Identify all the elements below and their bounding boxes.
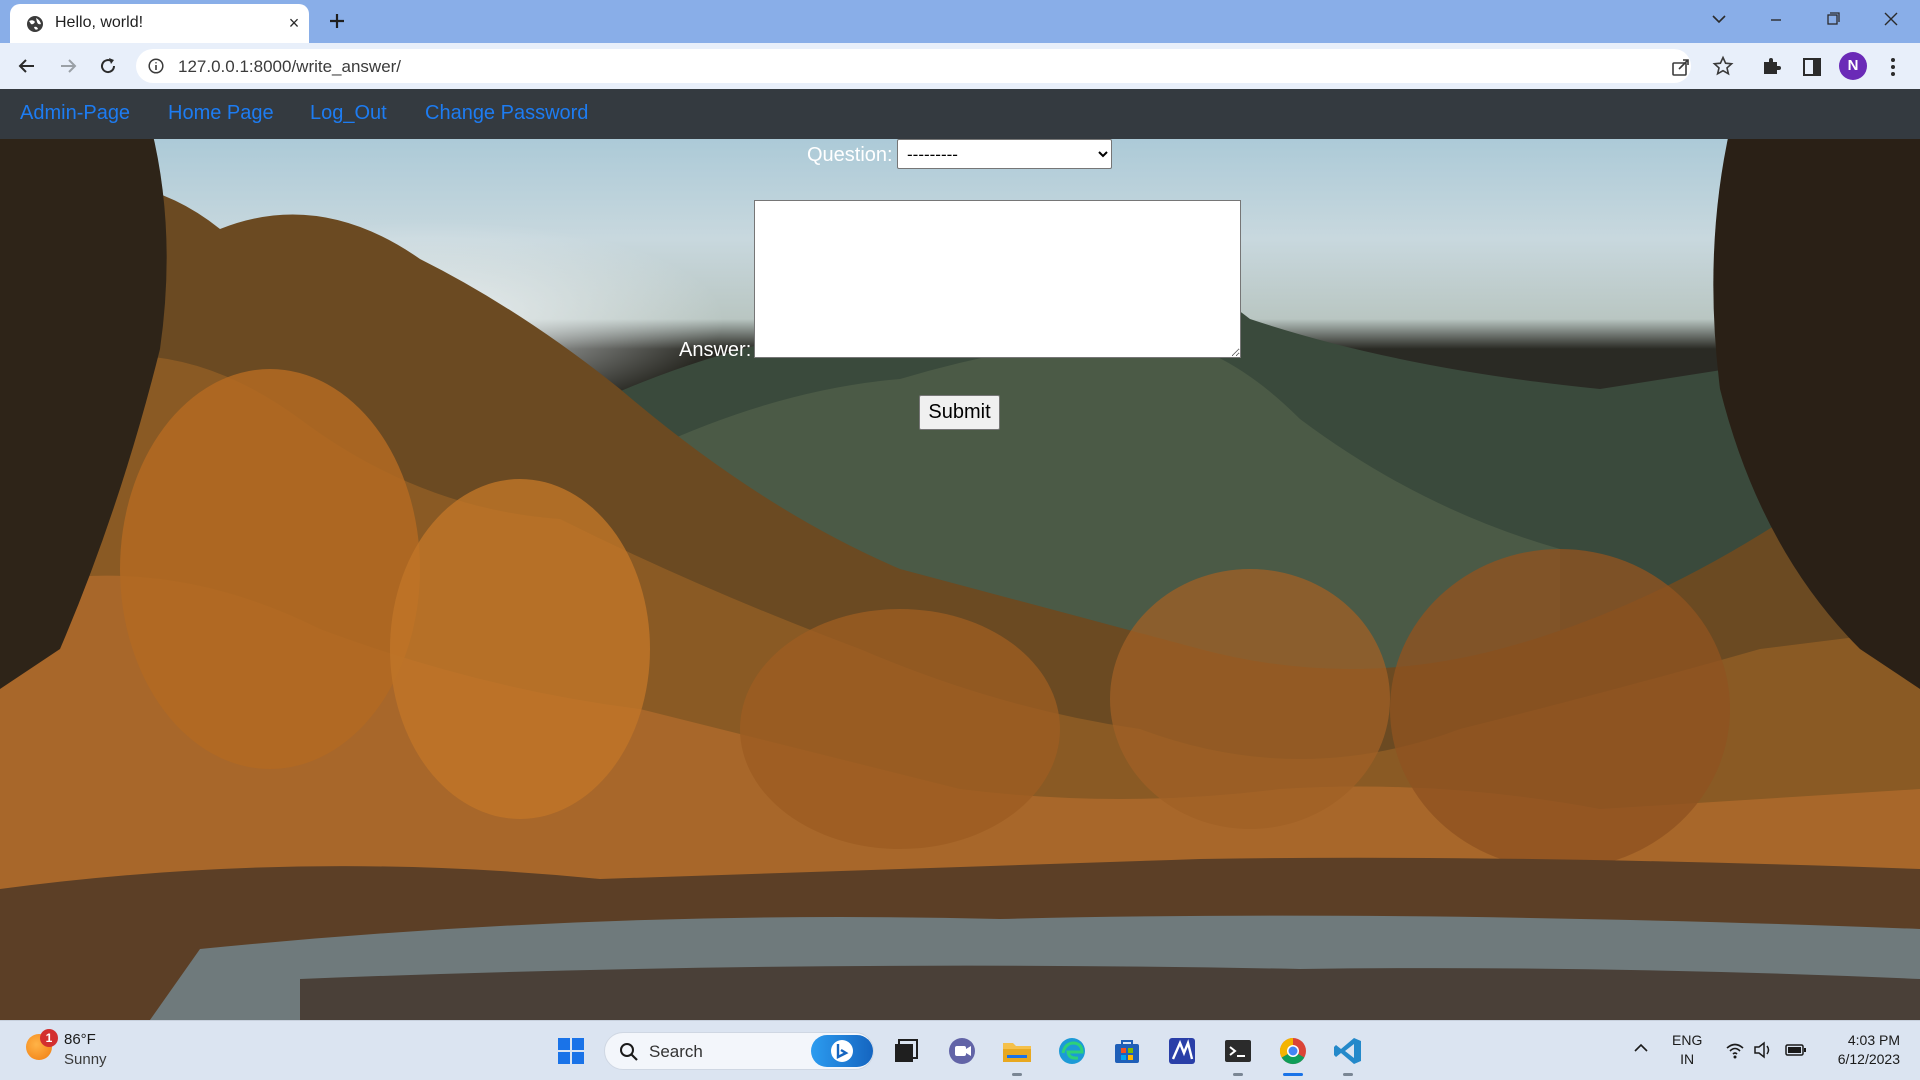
tab-title: Hello, world!: [55, 14, 144, 31]
clock-time: 4:03 PM: [1847, 1032, 1900, 1048]
battery-icon[interactable]: [1785, 1041, 1807, 1059]
running-indicator: [1343, 1073, 1353, 1076]
nav-link-log-out[interactable]: Log_Out: [310, 102, 387, 125]
weather-temp: 86°F: [64, 1031, 96, 1048]
search-icon: [620, 1043, 638, 1061]
system-clock[interactable]: 4:03 PM 6/12/2023: [1820, 1031, 1900, 1069]
minimize-icon[interactable]: [1755, 4, 1797, 36]
answer-label: Answer:: [679, 339, 752, 361]
chevron-down-icon[interactable]: [1698, 4, 1740, 36]
teams-icon[interactable]: [946, 1035, 978, 1067]
profile-avatar[interactable]: N: [1839, 52, 1867, 80]
restore-icon[interactable]: [1812, 4, 1854, 36]
running-indicator: [1233, 1073, 1243, 1076]
nav-link-admin-page[interactable]: Admin-Page: [20, 102, 130, 125]
side-panel-icon[interactable]: [1800, 55, 1824, 79]
language-region: IN: [1680, 1051, 1695, 1067]
chrome-icon[interactable]: [1277, 1035, 1309, 1067]
language-code: ENG: [1672, 1032, 1703, 1048]
file-explorer-icon[interactable]: [1001, 1035, 1033, 1067]
answer-textarea[interactable]: [754, 200, 1241, 358]
wifi-icon[interactable]: [1725, 1041, 1745, 1059]
microsoft-store-icon[interactable]: [1111, 1035, 1143, 1067]
kebab-menu-icon[interactable]: [1881, 55, 1905, 79]
language-indicator[interactable]: ENG IN: [1672, 1031, 1702, 1069]
puzzle-icon[interactable]: [1760, 55, 1784, 79]
share-icon[interactable]: [1670, 56, 1692, 78]
chevron-up-icon[interactable]: [1632, 1041, 1650, 1055]
search-placeholder: Search: [649, 1042, 703, 1061]
close-icon[interactable]: [1870, 4, 1912, 36]
reload-icon[interactable]: [94, 52, 122, 80]
question-select[interactable]: ---------: [897, 139, 1112, 169]
clock-date: 6/12/2023: [1837, 1051, 1900, 1067]
nav-link-change-password[interactable]: Change Password: [425, 102, 588, 125]
site-navbar: Admin-Page Home Page Log_Out Change Pass…: [0, 89, 1920, 139]
close-icon[interactable]: ×: [284, 13, 304, 33]
browser-tab[interactable]: Hello, world! ×: [10, 4, 309, 43]
page-viewport: Admin-Page Home Page Log_Out Change Pass…: [0, 89, 1920, 1020]
terminal-icon[interactable]: [1222, 1035, 1254, 1067]
edge-icon[interactable]: [1056, 1035, 1088, 1067]
nav-link-home-page[interactable]: Home Page: [168, 102, 274, 125]
info-icon[interactable]: [148, 58, 164, 74]
bing-icon[interactable]: [811, 1035, 873, 1067]
star-icon[interactable]: [1712, 55, 1734, 77]
app-icon[interactable]: [1166, 1035, 1198, 1067]
running-indicator: [1012, 1073, 1022, 1076]
browser-tab-strip: Hello, world! ×: [0, 0, 1920, 43]
back-arrow-icon[interactable]: [13, 52, 41, 80]
weather-condition: Sunny: [64, 1051, 107, 1068]
address-bar[interactable]: 127.0.0.1:8000/write_answer/: [136, 49, 1691, 83]
windows-start-icon[interactable]: [555, 1035, 587, 1067]
taskbar-search[interactable]: Search: [604, 1032, 874, 1070]
forward-arrow-icon[interactable]: [54, 52, 82, 80]
active-indicator: [1283, 1073, 1303, 1076]
url-text: 127.0.0.1:8000/write_answer/: [178, 57, 402, 76]
browser-toolbar: 127.0.0.1:8000/write_answer/: [0, 43, 1920, 89]
weather-badge: 1: [40, 1029, 58, 1047]
vscode-icon[interactable]: [1332, 1035, 1364, 1067]
volume-icon[interactable]: [1753, 1041, 1773, 1059]
windows-taskbar: 1 86°F Sunny Search ENG IN 4:03 PM 6/12/…: [0, 1020, 1920, 1080]
submit-button[interactable]: Submit: [919, 395, 1000, 430]
task-view-icon[interactable]: [890, 1035, 922, 1067]
question-label: Question:: [807, 144, 893, 166]
globe-icon: [27, 16, 43, 32]
plus-icon[interactable]: [324, 8, 350, 34]
